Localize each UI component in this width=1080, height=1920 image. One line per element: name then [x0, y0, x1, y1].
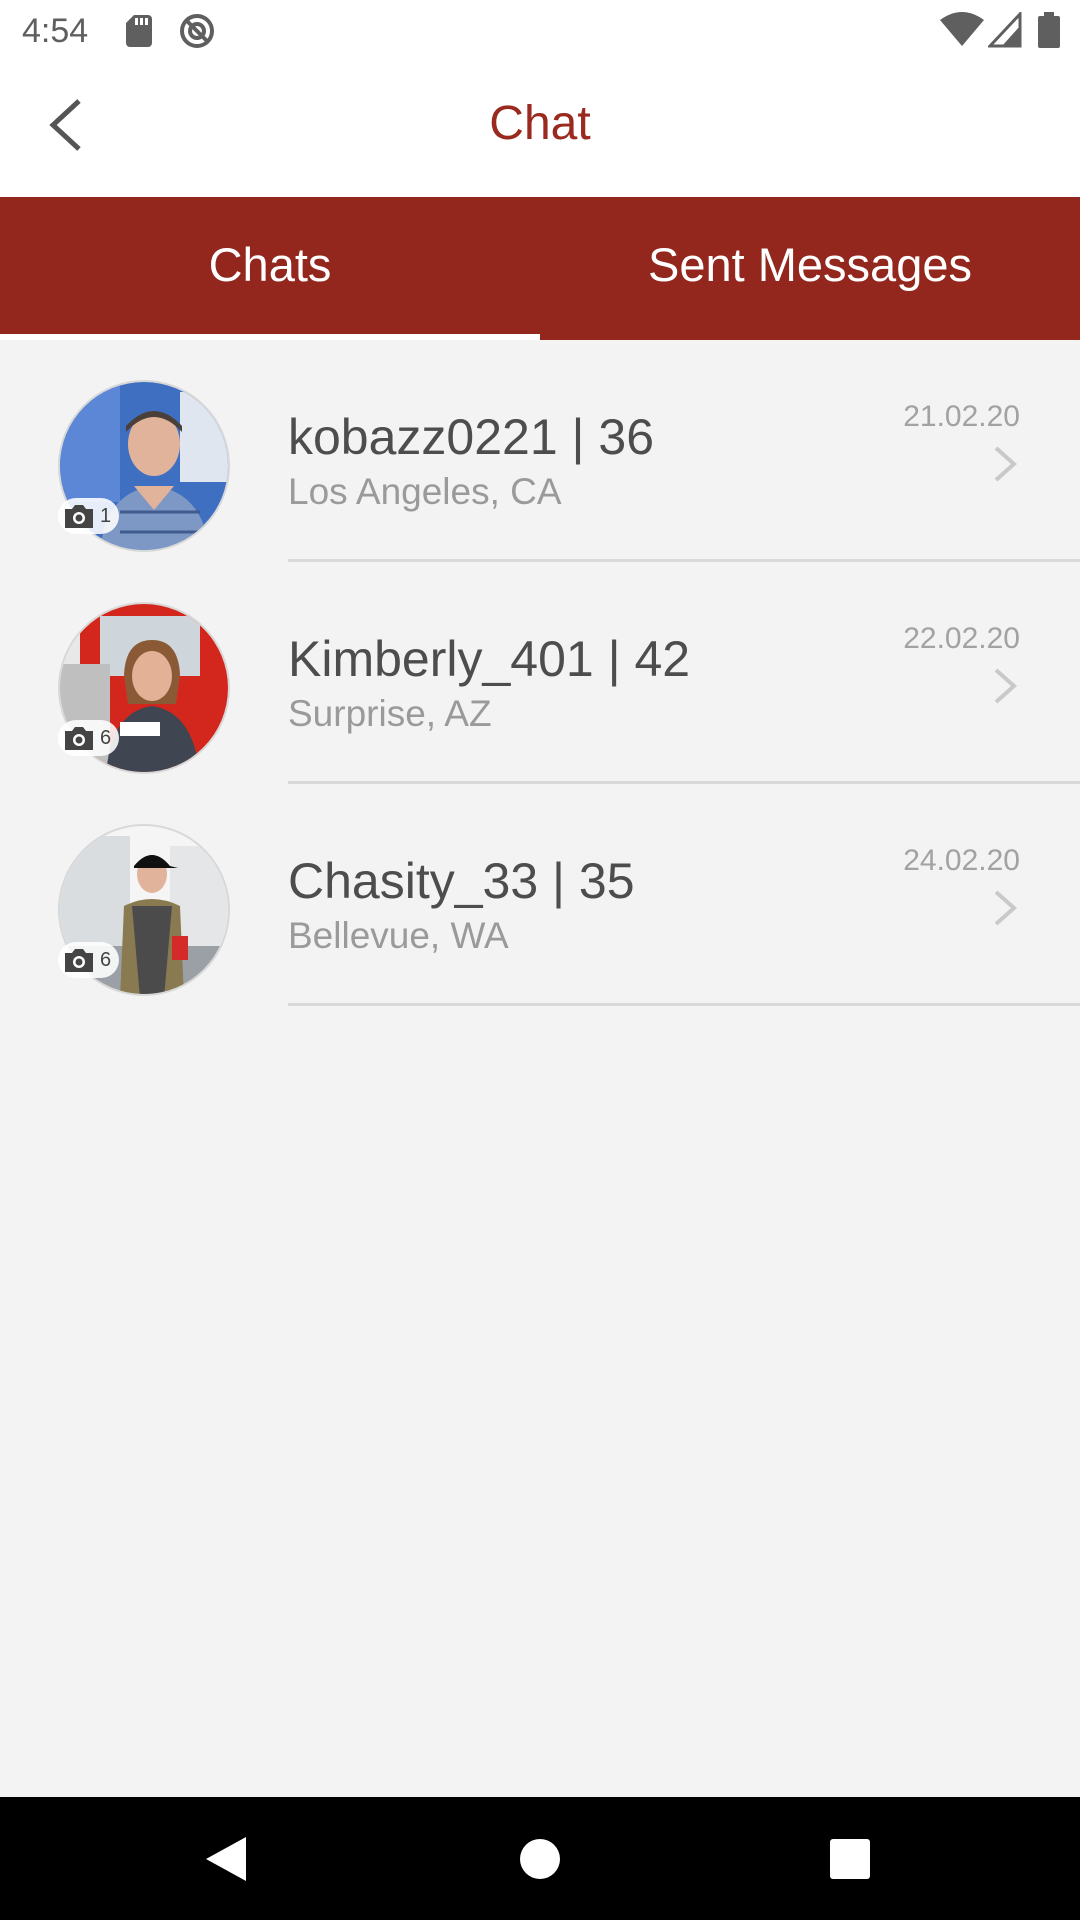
photo-count-badge: 6: [58, 720, 120, 756]
tab-sent-messages-label: Sent Messages: [648, 238, 972, 291]
photo-count: 1: [100, 504, 112, 527]
chat-date: 21.02.20: [903, 400, 1020, 433]
row-divider: [288, 1003, 1080, 1006]
chat-name: kobazz0221 | 36: [288, 409, 655, 465]
avatar[interactable]: 6: [58, 824, 230, 996]
page-title: Chat: [489, 97, 591, 150]
chevron-right-icon: [994, 668, 1018, 704]
chat-list: 1 kobazz0221 | 36 Los Angeles, CA 21.02.…: [0, 340, 1080, 1006]
home-circle-icon[interactable]: [512, 1831, 568, 1887]
camera-icon: [65, 505, 93, 528]
chat-name: Kimberly_401 | 42: [288, 631, 691, 687]
avatar[interactable]: 1: [58, 380, 230, 552]
chat-location: Surprise, AZ: [288, 693, 492, 734]
tab-bar: Chats Sent Messages: [0, 197, 1080, 340]
camera-icon: [65, 727, 93, 750]
photo-count: 6: [100, 726, 112, 749]
signal-icon: [988, 12, 1022, 48]
photo-count-badge: 6: [58, 942, 120, 978]
chat-location: Los Angeles, CA: [288, 471, 562, 512]
sync-icon: [180, 14, 214, 48]
chat-name: Chasity_33 | 35: [288, 853, 635, 909]
app-bar: Chat: [0, 62, 1080, 197]
chat-list-item[interactable]: 6 Kimberly_401 | 42 Surprise, AZ 22.02.2…: [0, 562, 1080, 784]
chevron-right-icon: [994, 446, 1018, 482]
status-time: 4:54: [22, 12, 89, 50]
camera-icon: [65, 949, 93, 972]
photo-count: 6: [100, 948, 112, 971]
back-triangle-icon[interactable]: [200, 1831, 256, 1887]
tab-sent-messages[interactable]: Sent Messages: [540, 197, 1080, 340]
photo-count-badge: 1: [58, 498, 120, 534]
sd-card-icon: [126, 15, 152, 47]
chat-date: 22.02.20: [903, 622, 1020, 655]
chat-location: Bellevue, WA: [288, 915, 509, 956]
chat-list-item[interactable]: 1 kobazz0221 | 36 Los Angeles, CA 21.02.…: [0, 340, 1080, 562]
system-nav-bar: [0, 1797, 1080, 1920]
chevron-right-icon: [994, 890, 1018, 926]
battery-icon: [1038, 12, 1060, 48]
chat-date: 24.02.20: [903, 844, 1020, 877]
chat-list-item[interactable]: 6 Chasity_33 | 35 Bellevue, WA 24.02.20: [0, 784, 1080, 1006]
avatar[interactable]: 6: [58, 602, 230, 774]
tab-chats-label: Chats: [208, 238, 332, 291]
recents-square-icon[interactable]: [822, 1831, 878, 1887]
wifi-icon: [940, 12, 984, 46]
tab-chats[interactable]: Chats: [0, 197, 540, 340]
status-bar: 4:54: [0, 0, 1080, 62]
